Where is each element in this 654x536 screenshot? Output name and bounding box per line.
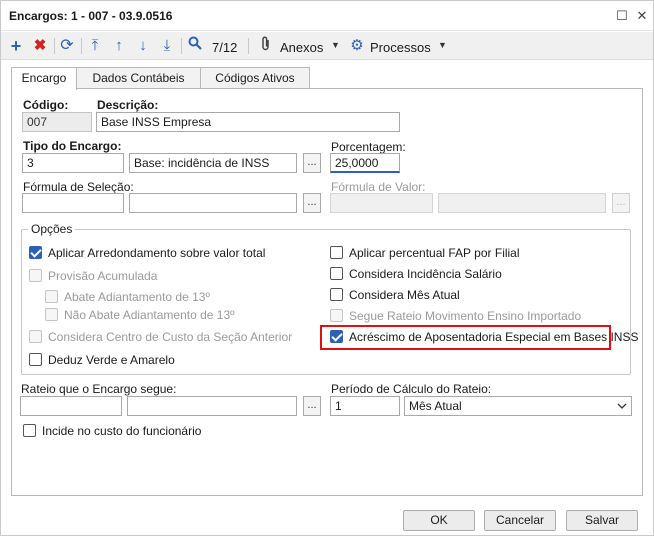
- checkbox-unchecked[interactable]: [330, 267, 343, 280]
- porcentagem-field[interactable]: 25,0000: [330, 153, 400, 173]
- codigo-label: Código:: [23, 98, 69, 112]
- anexos-menu[interactable]: Anexos: [280, 40, 323, 55]
- first-record-icon[interactable]: ⤒: [86, 36, 104, 56]
- title-bar: Encargos: 1 - 007 - 03.9.0516 ☐ ✕: [1, 1, 653, 31]
- processos-menu[interactable]: Processos: [370, 40, 431, 55]
- checkbox-unchecked[interactable]: [29, 353, 42, 366]
- checkbox-disabled: [45, 308, 58, 321]
- rateio-segue-label: Rateio que o Encargo segue:: [21, 382, 177, 396]
- chevron-down-icon[interactable]: ▼: [331, 40, 340, 50]
- formula-valor-code-field: [330, 193, 433, 213]
- window-title: Encargos: 1 - 007 - 03.9.0516: [9, 9, 173, 23]
- tab-codigos-ativos[interactable]: Códigos Ativos: [200, 67, 310, 89]
- add-icon[interactable]: +: [7, 36, 25, 56]
- search-icon[interactable]: [186, 36, 204, 56]
- rateio-lookup-button[interactable]: ...: [303, 396, 321, 416]
- opcoes-title: Opções: [28, 222, 76, 236]
- previous-record-icon[interactable]: ↑: [110, 36, 128, 56]
- formula-selecao-lookup-button[interactable]: ...: [303, 193, 321, 213]
- tab-dados-contabeis[interactable]: Dados Contábeis: [76, 67, 201, 89]
- checkbox-checked[interactable]: [29, 246, 42, 259]
- tipo-encargo-label: Tipo do Encargo:: [23, 139, 122, 153]
- toolbar-separator: [181, 38, 182, 54]
- porcentagem-label: Porcentagem:: [331, 140, 406, 154]
- checkbox-disabled: [45, 290, 58, 303]
- formula-selecao-desc-field: [129, 193, 297, 213]
- tipo-encargo-desc-field: Base: incidência de INSS: [129, 153, 297, 173]
- checkbox-disabled: [29, 330, 42, 343]
- encargos-dialog: Encargos: 1 - 007 - 03.9.0516 ☐ ✕ + ✖ ⟳ …: [0, 0, 654, 536]
- tipo-encargo-lookup-button[interactable]: ...: [303, 153, 321, 173]
- gear-icon[interactable]: ⚙: [348, 36, 366, 56]
- checkbox-unchecked[interactable]: [330, 246, 343, 259]
- toolbar-separator: [54, 38, 55, 54]
- chevron-down-icon[interactable]: ▼: [438, 40, 447, 50]
- rateio-code-field[interactable]: [20, 396, 122, 416]
- checkbox-unchecked[interactable]: [330, 288, 343, 301]
- periodo-select-value: Mês Atual: [409, 399, 462, 413]
- toolbar-separator: [248, 38, 249, 54]
- formula-valor-label: Fórmula de Valor:: [331, 180, 426, 194]
- paperclip-icon[interactable]: [259, 36, 273, 56]
- ok-button[interactable]: OK: [403, 510, 475, 531]
- chevron-down-icon: [617, 397, 627, 415]
- formula-valor-lookup-button: ...: [612, 193, 630, 213]
- refresh-icon[interactable]: ⟳: [58, 36, 76, 56]
- save-button[interactable]: Salvar: [566, 510, 638, 531]
- periodo-label: Período de Cálculo do Rateio:: [331, 382, 492, 396]
- codigo-field: 007: [22, 112, 92, 132]
- descricao-label: Descrição:: [97, 98, 159, 112]
- periodo-select[interactable]: Mês Atual: [404, 396, 632, 416]
- record-position: 7/12: [212, 40, 238, 55]
- last-record-icon[interactable]: ⤓: [158, 36, 176, 56]
- formula-valor-desc-field: [438, 193, 606, 213]
- rateio-desc-field: [127, 396, 297, 416]
- descricao-field[interactable]: Base INSS Empresa: [96, 112, 400, 132]
- maximize-icon[interactable]: ☐: [613, 7, 631, 25]
- formula-selecao-code-field[interactable]: [22, 193, 124, 213]
- checkbox-unchecked[interactable]: [23, 424, 36, 437]
- next-record-icon[interactable]: ↓: [134, 36, 152, 56]
- close-icon[interactable]: ✕: [633, 7, 651, 25]
- delete-icon[interactable]: ✖: [31, 36, 49, 56]
- cancel-button[interactable]: Cancelar: [484, 510, 556, 531]
- checkbox-disabled: [330, 309, 343, 322]
- formula-selecao-label: Fórmula de Seleção:: [23, 180, 134, 194]
- tipo-encargo-code-field[interactable]: 3: [22, 153, 124, 173]
- highlight-box: [320, 325, 611, 350]
- toolbar: + ✖ ⟳ ⤒ ↑ ↓ ⤓ 7/12 Anexos ▼ ⚙ Processos …: [1, 32, 653, 60]
- toolbar-separator: [81, 38, 82, 54]
- periodo-code-field[interactable]: 1: [330, 396, 400, 416]
- checkbox-disabled: [29, 269, 42, 282]
- tab-encargo[interactable]: Encargo: [11, 67, 77, 90]
